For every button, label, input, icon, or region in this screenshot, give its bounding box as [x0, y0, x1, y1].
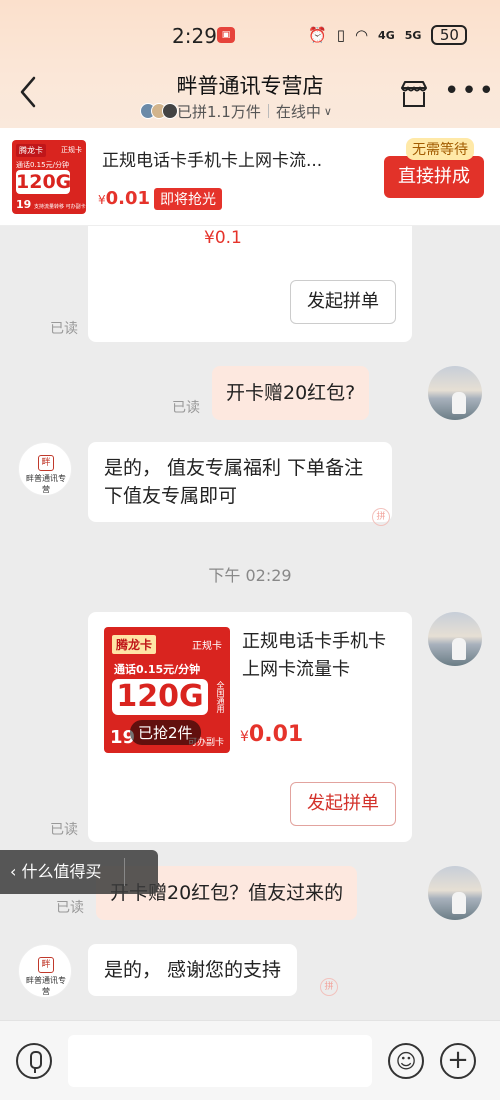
- battery-icon: 50: [431, 25, 468, 45]
- wifi-icon: ◠: [354, 26, 369, 44]
- back-icon[interactable]: [14, 72, 44, 112]
- shop-name[interactable]: 畔普通讯专营店: [120, 70, 380, 100]
- plus-icon[interactable]: +: [440, 1043, 476, 1079]
- emoji-icon[interactable]: ☺: [388, 1043, 424, 1079]
- group-count: 已拼1.1万件: [177, 102, 261, 121]
- banner-title[interactable]: 正规电话卡手机卡上网卡流...: [102, 146, 372, 171]
- alarm-icon: ⏰: [308, 26, 327, 44]
- buyer-avatars: [140, 103, 178, 119]
- thumb-note: 支持流量转移 可办副卡: [34, 204, 86, 210]
- source-app-tag[interactable]: ‹ 什么值得买: [0, 850, 158, 894]
- currency-symbol: ¥: [240, 729, 249, 745]
- vibrate-icon: ▯: [336, 26, 345, 44]
- store-icon[interactable]: [398, 78, 430, 110]
- product-price: ¥0.01: [240, 722, 303, 747]
- voice-icon[interactable]: [16, 1043, 52, 1079]
- notification-badge-icon: ▣: [217, 27, 235, 43]
- button-tip: 无需等待: [406, 138, 474, 160]
- message-input-bar: ☺ +: [0, 1020, 500, 1100]
- status-bar: 2:29 ▣ ⏰ ▯ ◠ 4G 5G 50: [0, 0, 500, 70]
- thumb-rate: 通话0.15元/分钟: [16, 161, 69, 169]
- shop-avatar[interactable]: 畔 畔普通讯专营: [18, 944, 72, 998]
- read-label: 已读: [172, 400, 200, 416]
- currency-symbol: ¥: [98, 193, 106, 207]
- img-tag: 正规卡: [192, 641, 222, 652]
- banner-price: ¥0.01: [98, 188, 150, 209]
- message-card-previous: ¥0.1 发起拼单: [88, 226, 412, 342]
- signal-4g-icon: 4G: [378, 28, 395, 42]
- product-title[interactable]: 正规电话卡手机卡上网卡流量卡: [242, 628, 392, 684]
- thumb-data: 120G: [16, 170, 72, 194]
- img-data: 120G: [112, 679, 208, 715]
- divider: [267, 104, 269, 118]
- status-icons: ⏰ ▯ ◠ 4G 5G 50: [308, 24, 468, 46]
- divider: [124, 858, 125, 886]
- time-separator: 下午 02:29: [208, 566, 292, 585]
- message-input[interactable]: [68, 1035, 372, 1087]
- img-brand: 腾龙卡: [112, 635, 157, 654]
- chevron-left-icon: ‹: [10, 862, 17, 881]
- user-avatar[interactable]: [428, 866, 482, 920]
- shop-avatar-text: 畔普通讯专营: [26, 976, 66, 996]
- product-thumbnail[interactable]: 腾龙卡 正规卡 通话0.15元/分钟 120G 19 支持流量转移 可办副卡: [12, 140, 86, 214]
- message-bubble-shop: 是的， 值友专属福利 下单备注下值友专属即可: [88, 442, 392, 522]
- corner-mark-icon: 拼: [320, 978, 338, 996]
- message-bubble-shop: 是的， 感谢您的支持: [88, 944, 298, 996]
- banner-tag: 即将抢光: [154, 188, 222, 210]
- user-avatar[interactable]: [428, 612, 482, 666]
- read-label: 已读: [56, 900, 84, 916]
- source-app-label: 什么值得买: [21, 862, 102, 881]
- thumb-monthly: 19: [16, 198, 32, 211]
- sold-count-pill: 已抢2件: [130, 720, 201, 745]
- chevron-down-icon[interactable]: ∨: [324, 105, 332, 118]
- user-avatar[interactable]: [428, 366, 482, 420]
- shop-avatar-text: 畔普通讯专营: [26, 474, 66, 494]
- img-rate: 通话0.15元/分钟: [114, 663, 201, 676]
- shop-logo-icon: 畔: [38, 957, 54, 973]
- status-time: 2:29: [172, 24, 217, 48]
- thumb-brand: 腾龙卡: [16, 144, 46, 157]
- chat-header: 畔普通讯专营店 已拼1.1万件 在线中 ∨ •••: [0, 62, 500, 128]
- thumb-tag: 正规卡: [61, 146, 82, 154]
- online-status[interactable]: 在线中: [276, 101, 321, 122]
- corner-mark-icon: 拼: [372, 508, 390, 526]
- start-group-button[interactable]: 发起拼单: [290, 782, 396, 826]
- previous-price: ¥0.1: [204, 228, 242, 248]
- read-label: 已读: [50, 321, 78, 337]
- shop-avatar[interactable]: 畔 畔普通讯专营: [18, 442, 72, 496]
- read-label: 已读: [50, 822, 78, 838]
- price-value: 0.01: [105, 188, 151, 209]
- direct-group-button[interactable]: 直接拼成: [384, 156, 484, 198]
- shop-logo-icon: 畔: [38, 455, 54, 471]
- start-group-button[interactable]: 发起拼单: [290, 280, 396, 324]
- message-bubble-user: 开卡赠20红包?: [212, 366, 370, 420]
- shop-subtitle: 已拼1.1万件 在线中 ∨: [140, 100, 332, 122]
- more-icon[interactable]: •••: [444, 76, 496, 106]
- img-side: 全国通用: [216, 681, 225, 713]
- price-value: 0.01: [248, 722, 304, 747]
- signal-5g-icon: 5G: [404, 28, 422, 42]
